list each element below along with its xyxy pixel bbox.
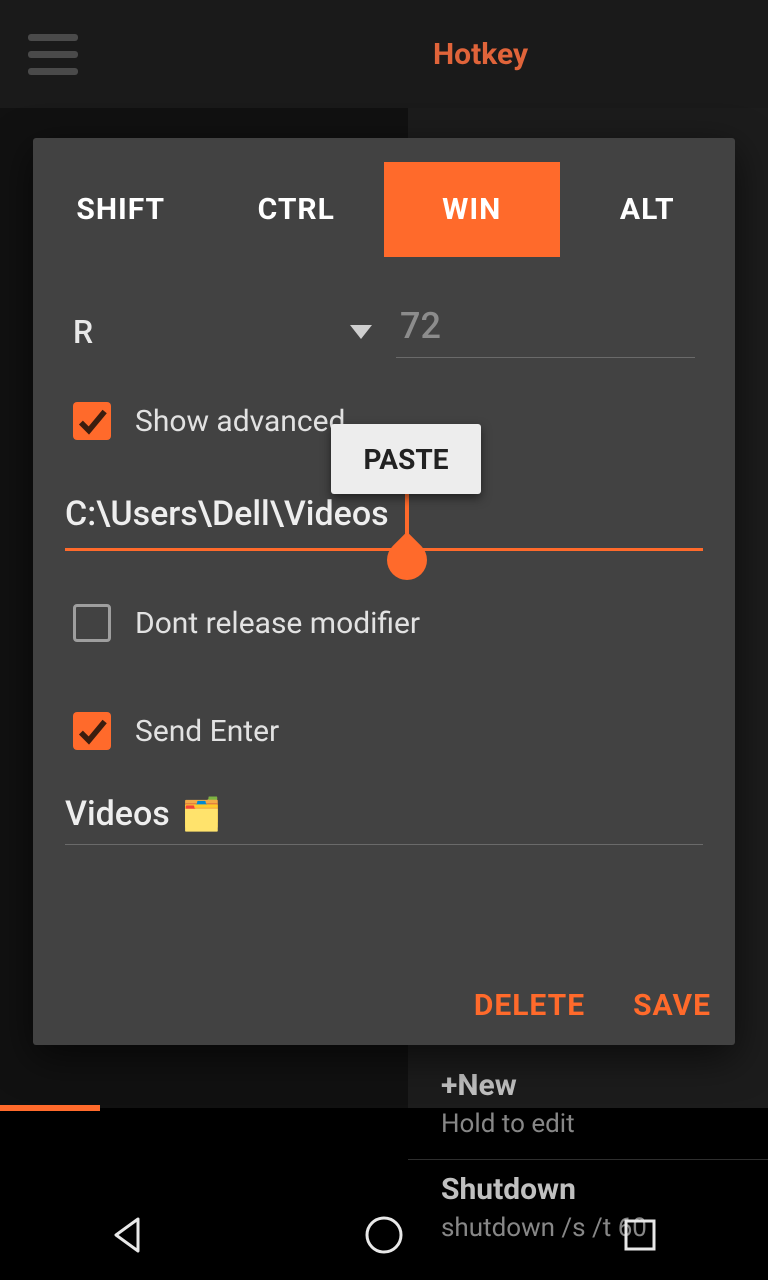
recent-icon[interactable]: [619, 1214, 661, 1256]
cursor-handle-icon[interactable]: [379, 532, 436, 589]
modifier-ctrl[interactable]: CTRL: [209, 162, 385, 257]
paste-popup[interactable]: PASTE: [331, 424, 481, 494]
key-row: R 72: [73, 305, 695, 358]
send-enter-label: Send Enter: [135, 714, 279, 749]
android-nav-bar: [0, 1190, 768, 1280]
path-text: C:\Users\Dell\Videos: [65, 494, 389, 534]
menu-icon[interactable]: [28, 34, 78, 75]
key-letter: R: [73, 313, 93, 351]
page-title: Hotkey: [433, 37, 528, 72]
delete-button[interactable]: DELETE: [474, 988, 585, 1023]
modifier-shift[interactable]: SHIFT: [33, 162, 209, 257]
save-button[interactable]: SAVE: [633, 988, 711, 1023]
dont-release-label: Dont release modifier: [135, 606, 420, 641]
input-underline: [65, 548, 703, 551]
dont-release-row[interactable]: Dont release modifier: [73, 604, 695, 642]
dialog-actions: DELETE SAVE: [474, 988, 711, 1023]
modifier-row: SHIFT CTRL WIN ALT: [33, 162, 735, 257]
item-title: +New: [441, 1068, 751, 1103]
key-code-value: 72: [396, 305, 695, 358]
checkbox-checked-icon[interactable]: [73, 712, 111, 750]
checkbox-unchecked-icon[interactable]: [73, 604, 111, 642]
item-subtitle: Hold to edit: [441, 1109, 751, 1139]
folder-emoji-icon: 🗂️: [182, 795, 222, 833]
key-code-field[interactable]: 72: [396, 305, 695, 358]
checkbox-checked-icon[interactable]: [73, 402, 111, 440]
list-item[interactable]: +New Hold to edit: [441, 1056, 751, 1157]
chevron-down-icon: [350, 325, 372, 339]
name-text: Videos: [65, 794, 170, 834]
modifier-alt[interactable]: ALT: [560, 162, 736, 257]
app-header: Hotkey: [0, 0, 768, 108]
show-advanced-label: Show advanced: [135, 404, 345, 439]
send-enter-row[interactable]: Send Enter: [73, 712, 695, 750]
key-letter-select[interactable]: R: [73, 313, 388, 351]
hotkey-dialog: SHIFT CTRL WIN ALT R 72 Show advanced C:…: [33, 138, 735, 1045]
back-icon[interactable]: [107, 1214, 149, 1256]
path-input[interactable]: C:\Users\Dell\Videos: [65, 494, 703, 534]
modifier-win[interactable]: WIN: [384, 162, 560, 257]
home-icon[interactable]: [363, 1214, 405, 1256]
accent-bar: [0, 1105, 100, 1111]
name-input[interactable]: Videos 🗂️: [65, 794, 703, 845]
